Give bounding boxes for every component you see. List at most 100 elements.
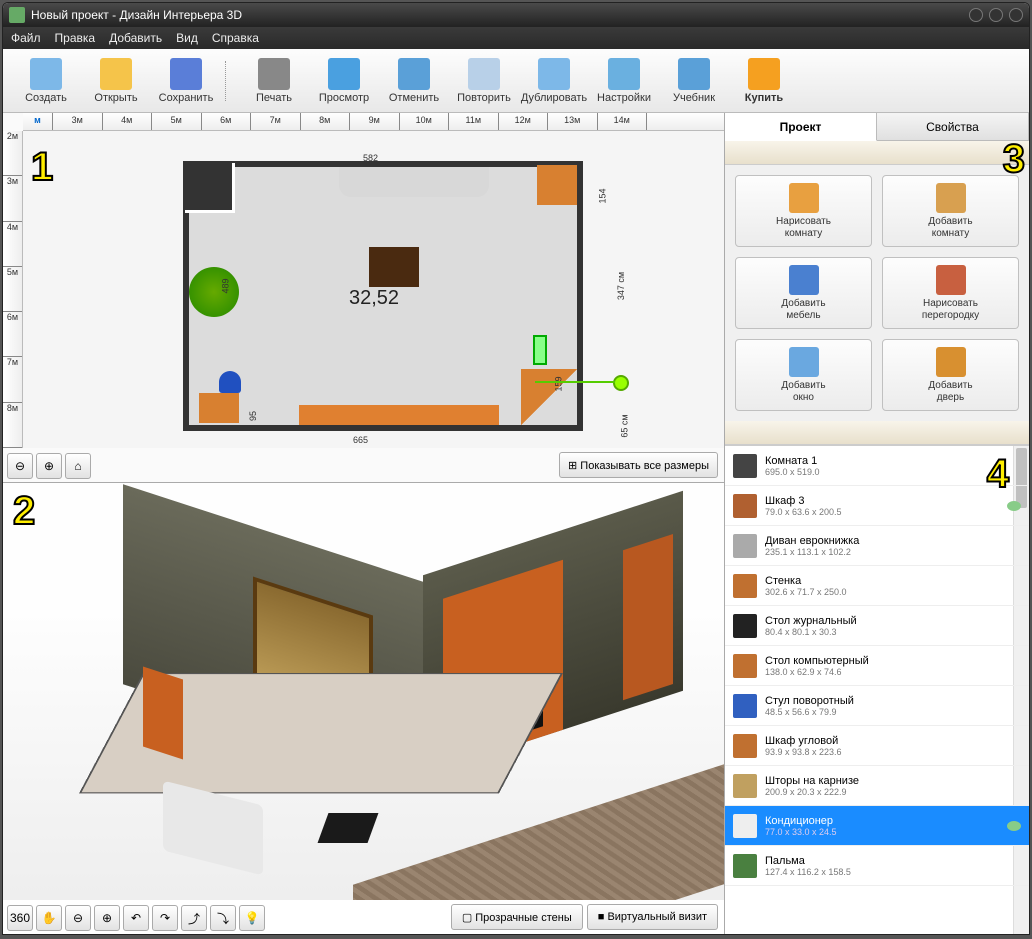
object-icon [733, 534, 757, 558]
object-Стол журнальный[interactable]: Стол журнальный80.4 x 80.1 x 30.3 [725, 606, 1029, 646]
action-Добавить-дверь[interactable]: Добавитьдверь [882, 339, 1019, 411]
canvas-2d[interactable]: 1 32,52 [23, 131, 724, 448]
object-icon [733, 454, 757, 478]
selection-line [535, 381, 615, 383]
dim-bottom2: 65 см [620, 414, 630, 437]
object-Стол компьютерный[interactable]: Стол компьютерный138.0 x 62.9 x 74.6 [725, 646, 1029, 686]
Просмотр-icon [328, 58, 360, 90]
zoom-out-3d-button[interactable]: ⊖ [65, 905, 91, 931]
room-outline[interactable]: 32,52 [183, 161, 583, 431]
home-button[interactable]: ⌂ [65, 453, 91, 479]
object-icon [733, 574, 757, 598]
right-panel: Проект Свойства 3 НарисоватькомнатуДобав… [725, 113, 1029, 934]
plan-2d-view[interactable]: м3м4м5м6м7м8м9м10м11м12м13м14м 2м3м4м5м6… [3, 113, 724, 483]
toolbar-Учебник[interactable]: Учебник [659, 52, 729, 110]
action-Нарисовать-перегородку[interactable]: Нарисоватьперегородку [882, 257, 1019, 329]
object-Диван еврокнижка[interactable]: Диван еврокнижка235.1 x 113.1 x 102.2 [725, 526, 1029, 566]
Сохранить-icon [170, 58, 202, 90]
object-Стул поворотный[interactable]: Стул поворотный48.5 x 56.6 x 79.9 [725, 686, 1029, 726]
menu-Правка[interactable]: Правка [55, 31, 96, 45]
tilt-up-button[interactable]: ⤴ [181, 905, 207, 931]
toolbar-Открыть[interactable]: Открыть [81, 52, 151, 110]
object-Шкаф угловой[interactable]: Шкаф угловой93.9 x 93.8 x 223.6 [725, 726, 1029, 766]
desk[interactable] [199, 393, 239, 423]
shelf-3d [143, 667, 183, 760]
toolbar-Повторить[interactable]: Повторить [449, 52, 519, 110]
pan-button[interactable]: ✋ [36, 905, 62, 931]
wall-unit[interactable] [299, 405, 499, 425]
object-Комната 1[interactable]: Комната 1695.0 x 519.0 [725, 446, 1029, 486]
zoom-in-button[interactable]: ⊕ [36, 453, 62, 479]
toolbar-Печать[interactable]: Печать [239, 52, 309, 110]
toolbar-Просмотр[interactable]: Просмотр [309, 52, 379, 110]
tab-properties[interactable]: Свойства [877, 113, 1029, 140]
minimize-button[interactable] [969, 8, 983, 22]
Настройки-icon [608, 58, 640, 90]
toolbar-Настройки[interactable]: Настройки [589, 52, 659, 110]
section-header-objects [725, 421, 1029, 445]
ruler-vertical: 2м3м4м5м6м7м8м [3, 131, 23, 448]
toolbar-Дублировать[interactable]: Дублировать [519, 52, 589, 110]
marker-2: 2 [13, 489, 35, 534]
menu-Вид[interactable]: Вид [176, 31, 198, 45]
plan-tools: ⊖ ⊕ ⌂ [7, 453, 91, 479]
action-Добавить-окно[interactable]: Добавитьокно [735, 339, 872, 411]
action-icon [789, 183, 819, 213]
swivel-chair[interactable] [219, 371, 241, 393]
selection-handle[interactable] [613, 375, 629, 391]
Учебник-icon [678, 58, 710, 90]
sofa-top[interactable] [339, 167, 489, 197]
close-button[interactable] [1009, 8, 1023, 22]
menu-Добавить[interactable]: Добавить [109, 31, 162, 45]
door-swing[interactable] [185, 163, 235, 213]
toolbar-Купить[interactable]: Купить [729, 52, 799, 110]
rotate-ccw-button[interactable]: ↶ [123, 905, 149, 931]
menu-Файл[interactable]: Файл [11, 31, 41, 45]
view-3d[interactable]: 2 [3, 483, 724, 934]
corner-wardrobe[interactable] [521, 369, 577, 425]
Дублировать-icon [538, 58, 570, 90]
zoom-out-button[interactable]: ⊖ [7, 453, 33, 479]
show-dims-button[interactable]: ⊞ Показывать все размеры [559, 452, 718, 478]
object-list[interactable]: 4 Комната 1695.0 x 519.0Шкаф 379.0 x 63.… [725, 445, 1029, 934]
toolbar-Сохранить[interactable]: Сохранить [151, 52, 221, 110]
light-button[interactable]: 💡 [239, 905, 265, 931]
object-Стенка[interactable]: Стенка302.6 x 71.7 x 250.0 [725, 566, 1029, 606]
dim-top: 582 [363, 153, 378, 163]
Отменить-icon [398, 58, 430, 90]
virtual-visit-button[interactable]: ■ Виртуальный визит [587, 904, 718, 930]
tab-project[interactable]: Проект [725, 113, 877, 141]
tilt-down-button[interactable]: ⤵ [210, 905, 236, 931]
visibility-eye-icon[interactable] [1007, 501, 1021, 511]
object-icon [733, 694, 757, 718]
wardrobe-corner[interactable] [537, 165, 577, 205]
canvas-3d[interactable]: 2 [3, 483, 724, 900]
tabs: Проект Свойства [725, 113, 1029, 141]
action-Добавить-мебель[interactable]: Добавитьмебель [735, 257, 872, 329]
Купить-icon [748, 58, 780, 90]
dim-mid: 159 [554, 376, 564, 391]
object-Шкаф 3[interactable]: Шкаф 379.0 x 63.6 x 200.5 [725, 486, 1029, 526]
titlebar: Новый проект - Дизайн Интерьера 3D [3, 3, 1029, 27]
object-icon [733, 614, 757, 638]
maximize-button[interactable] [989, 8, 1003, 22]
coffee-table[interactable] [369, 247, 419, 287]
action-Добавить-комнату[interactable]: Добавитькомнату [882, 175, 1019, 247]
rotate-360-button[interactable]: 360 [7, 905, 33, 931]
marker-1: 1 [31, 145, 53, 190]
object-Пальма[interactable]: Пальма127.4 x 116.2 x 158.5 [725, 846, 1029, 886]
transparent-walls-button[interactable]: ▢ Прозрачные стены [451, 904, 583, 930]
sofa-3d [163, 781, 263, 876]
object-Шторы на карнизе[interactable]: Шторы на карнизе200.9 x 20.3 x 222.9 [725, 766, 1029, 806]
palm-plant[interactable] [189, 267, 239, 317]
toolbar-Создать[interactable]: Создать [11, 52, 81, 110]
action-Нарисовать-комнату[interactable]: Нарисоватькомнату [735, 175, 872, 247]
menu-Справка[interactable]: Справка [212, 31, 259, 45]
marker-4: 4 [987, 452, 1009, 497]
ac-unit[interactable] [533, 335, 547, 365]
visibility-eye-icon[interactable] [1007, 821, 1021, 831]
toolbar-Отменить[interactable]: Отменить [379, 52, 449, 110]
rotate-cw-button[interactable]: ↷ [152, 905, 178, 931]
object-Кондиционер[interactable]: Кондиционер77.0 x 33.0 x 24.5 [725, 806, 1029, 846]
zoom-in-3d-button[interactable]: ⊕ [94, 905, 120, 931]
